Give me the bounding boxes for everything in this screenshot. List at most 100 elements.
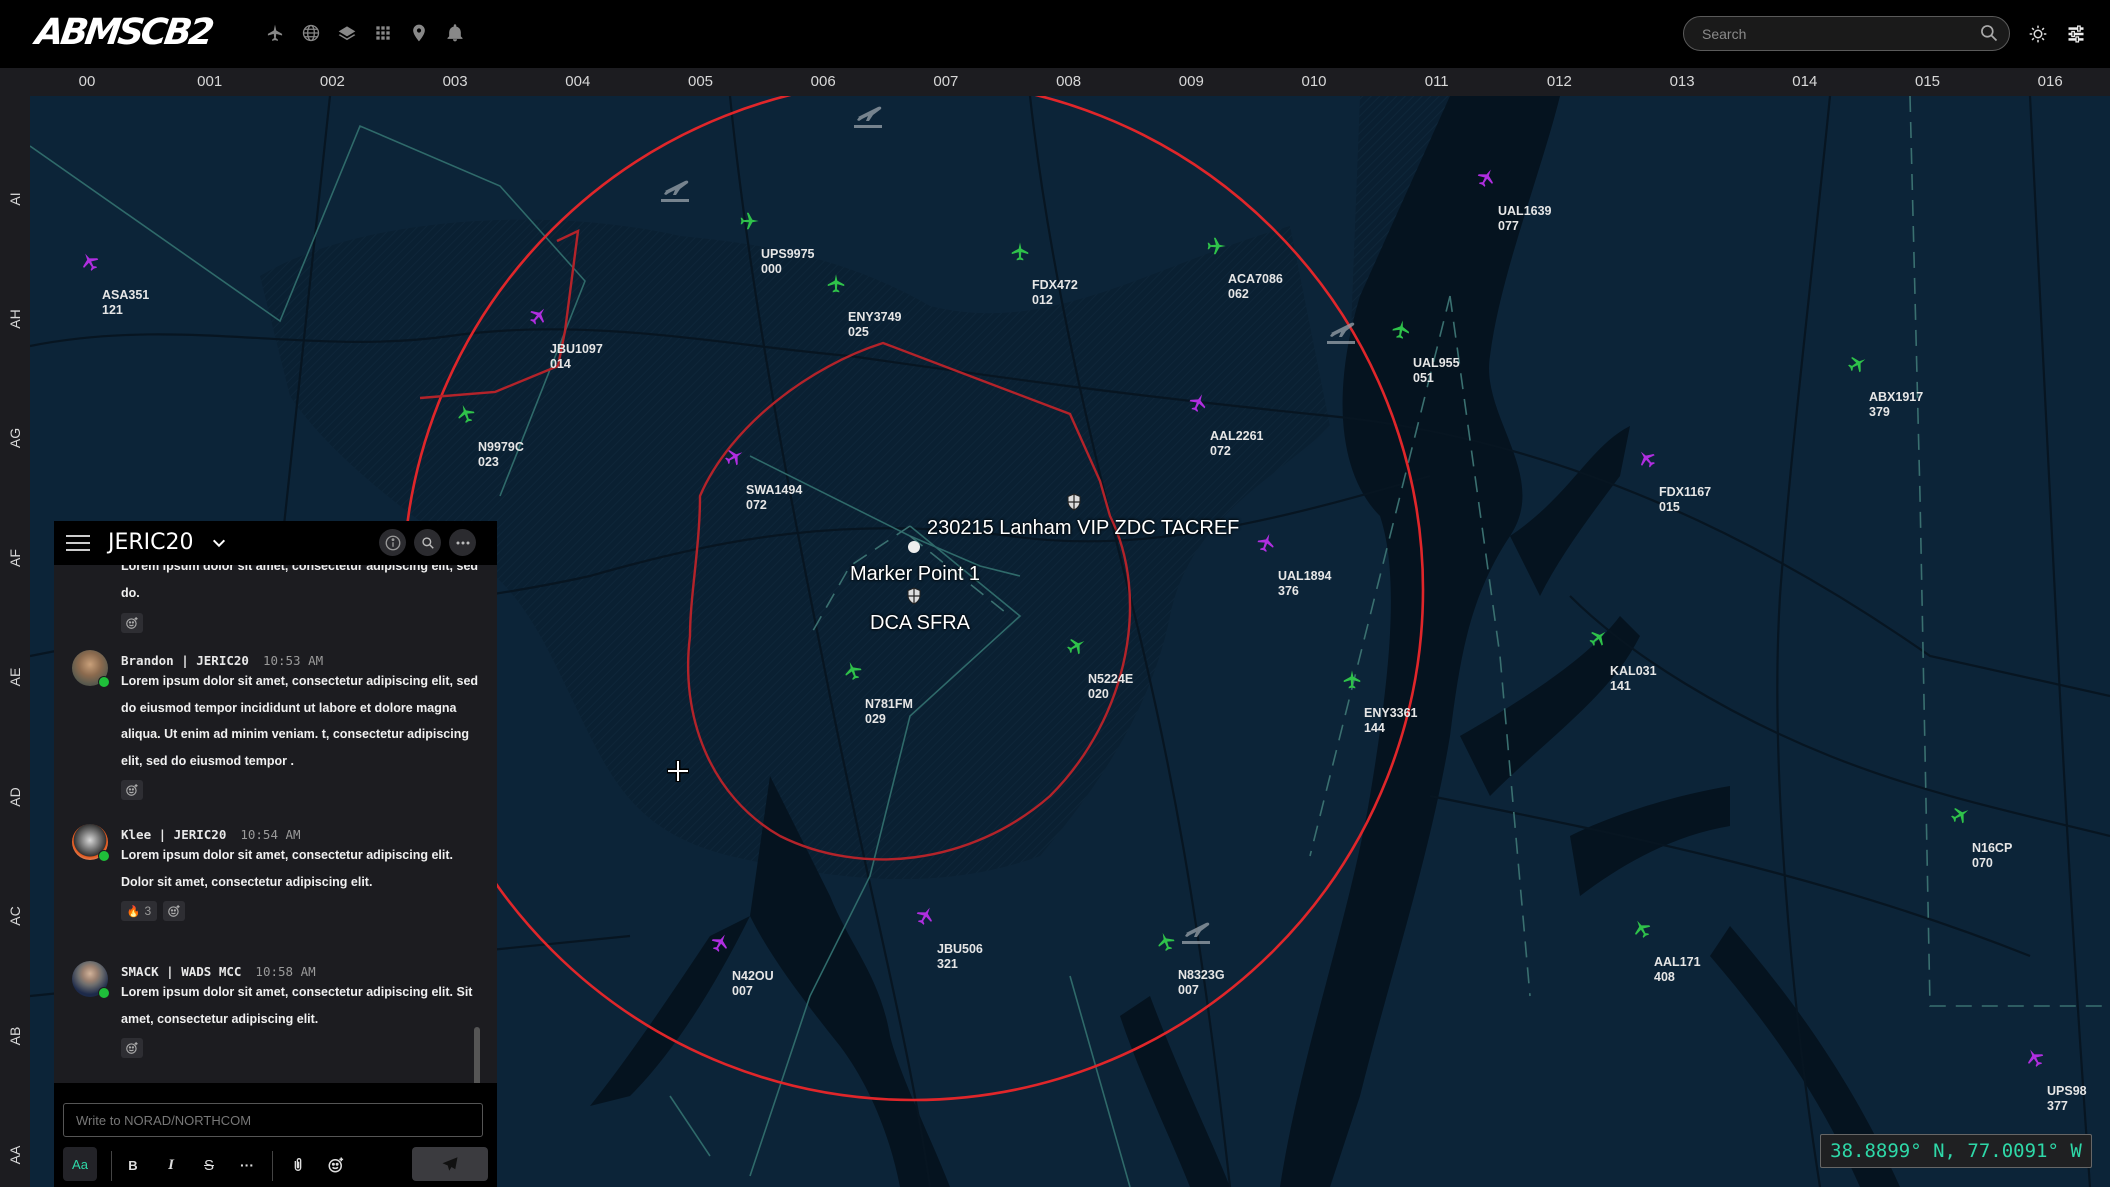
search-box[interactable]	[1683, 16, 2010, 51]
fire-emoji: 🔥	[126, 905, 141, 918]
aircraft-label[interactable]: UAL1639 077	[1498, 204, 1552, 234]
message-time: 10:53 AM	[262, 653, 324, 668]
strikethrough-button[interactable]: S	[196, 1147, 222, 1183]
airport-icon[interactable]	[1178, 917, 1214, 947]
aircraft-label[interactable]: ACA7086 062	[1228, 272, 1283, 302]
aircraft-label[interactable]: N8323G 007	[1178, 968, 1225, 998]
aircraft-label[interactable]: ABX1917 379	[1869, 390, 1923, 420]
row-label: AG	[7, 427, 23, 449]
layers-icon[interactable]	[336, 20, 358, 46]
aircraft-label[interactable]: ASA351 121	[102, 288, 149, 318]
italic-button[interactable]: I	[158, 1147, 184, 1183]
tacref-shield-icon[interactable]	[1066, 493, 1082, 511]
chat-header: JERIC20	[54, 521, 497, 565]
airport-icon[interactable]	[657, 175, 693, 205]
apps-grid-icon[interactable]	[372, 20, 394, 46]
location-pin-icon[interactable]	[408, 20, 430, 46]
sun-icon[interactable]	[2028, 24, 2048, 49]
chat-messages[interactable]: Lorem ipsum dolor sit amet, consectetur …	[54, 565, 497, 1083]
marker-point-label[interactable]: Marker Point 1	[850, 563, 980, 586]
aircraft-label[interactable]: N5224E 020	[1088, 672, 1133, 702]
row-label: AE	[7, 667, 23, 687]
chevron-down-icon[interactable]	[210, 535, 228, 556]
column-label: 011	[1424, 73, 1449, 90]
add-reaction-button[interactable]	[121, 780, 143, 800]
more-icon[interactable]	[449, 529, 476, 556]
river	[1460, 616, 1640, 796]
column-label: 008	[1056, 73, 1082, 90]
search-icon[interactable]	[414, 529, 441, 556]
row-label: AB	[7, 1026, 23, 1045]
friendly-aircraft-icon[interactable]	[738, 210, 760, 232]
attachment-icon[interactable]	[285, 1147, 311, 1183]
aircraft-label[interactable]: ENY3749 025	[848, 310, 902, 340]
bell-icon[interactable]	[444, 20, 466, 46]
sfra-label[interactable]: DCA SFRA	[870, 612, 970, 635]
friendly-aircraft-icon[interactable]	[825, 273, 847, 295]
column-label: 00	[78, 73, 96, 90]
globe-icon[interactable]	[300, 20, 322, 46]
row-label: AI	[7, 192, 23, 206]
header-tools	[264, 20, 466, 46]
aircraft-label[interactable]: N42OU 007	[732, 969, 774, 999]
aircraft-label[interactable]: UAL955 051	[1413, 356, 1460, 386]
aircraft-label[interactable]: JBU506 321	[937, 942, 983, 972]
aircraft-label[interactable]: ENY3361 144	[1364, 706, 1418, 736]
aircraft-label[interactable]: AAL171 408	[1654, 955, 1701, 985]
emoji-icon[interactable]	[323, 1147, 349, 1183]
menu-icon[interactable]	[66, 533, 90, 553]
online-status-indicator	[98, 676, 110, 688]
channel-name[interactable]: JERIC20	[108, 530, 194, 555]
tacref-label[interactable]: 230215 Lanham VIP ZDC TACREF	[927, 517, 1239, 540]
send-button[interactable]	[412, 1147, 488, 1181]
airport-icon[interactable]	[850, 101, 886, 131]
column-label: 003	[442, 73, 468, 90]
aircraft-label[interactable]: AAL2261 072	[1210, 429, 1264, 459]
aircraft-label[interactable]: KAL031 141	[1610, 664, 1657, 694]
author-name: Klee | JERIC20	[121, 827, 227, 842]
search-icon[interactable]	[1979, 23, 1999, 48]
add-reaction-button[interactable]	[121, 1038, 143, 1058]
format-toggle-button[interactable]: Aa	[63, 1147, 97, 1181]
marker-point-dot[interactable]	[908, 541, 920, 553]
aircraft-label[interactable]: SWA1494 072	[746, 483, 802, 513]
reaction-fire[interactable]: 🔥 3	[121, 901, 157, 921]
info-icon[interactable]	[379, 529, 406, 556]
friendly-aircraft-icon[interactable]	[1341, 669, 1363, 691]
toolbar-divider	[111, 1151, 112, 1181]
friendly-aircraft-icon[interactable]	[1009, 241, 1031, 263]
map-cursor-crosshair[interactable]	[665, 758, 691, 784]
aircraft-label[interactable]: JBU1097 014	[550, 342, 603, 372]
column-label: 005	[687, 73, 714, 90]
aircraft-label[interactable]: N16CP 070	[1972, 841, 2012, 871]
sliders-icon[interactable]	[2066, 24, 2086, 49]
column-label: 002	[319, 73, 345, 90]
search-input[interactable]	[1700, 23, 1954, 45]
sfra-shield-icon[interactable]	[906, 587, 922, 605]
chat-scrollbar[interactable]	[474, 1027, 480, 1083]
aircraft-label[interactable]: N781FM 029	[865, 697, 913, 727]
author-name: SMACK | WADS MCC	[121, 964, 242, 979]
aircraft-icon[interactable]	[264, 20, 286, 46]
message-text: Lorem ipsum dolor sit amet, consectetur …	[121, 985, 473, 1026]
message-input[interactable]	[63, 1103, 483, 1137]
add-reaction-button[interactable]	[163, 901, 185, 921]
online-status-indicator	[98, 987, 110, 999]
friendly-aircraft-icon[interactable]	[1388, 317, 1413, 342]
message-text: Lorem ipsum dolor sit amet, consectetur …	[121, 565, 479, 600]
aircraft-label[interactable]: UAL1894 376	[1278, 569, 1332, 599]
aircraft-label[interactable]: UPS98 377	[2047, 1084, 2087, 1114]
message-time: 10:54 AM	[240, 827, 301, 842]
aircraft-label[interactable]: N9979C 023	[478, 440, 524, 470]
friendly-aircraft-icon[interactable]	[1205, 235, 1227, 257]
column-label: 016	[2037, 73, 2063, 90]
airport-icon[interactable]	[1323, 317, 1359, 347]
row-label: AD	[7, 786, 23, 807]
aircraft-label[interactable]: UPS9975 000	[761, 247, 815, 277]
add-reaction-button[interactable]	[121, 613, 143, 633]
aircraft-label[interactable]: FDX1167 015	[1659, 485, 1711, 515]
aircraft-label[interactable]: FDX472 012	[1032, 278, 1078, 308]
row-label: AC	[7, 906, 23, 926]
bold-button[interactable]: B	[120, 1147, 146, 1183]
more-formatting-button[interactable]: ···	[234, 1147, 260, 1183]
